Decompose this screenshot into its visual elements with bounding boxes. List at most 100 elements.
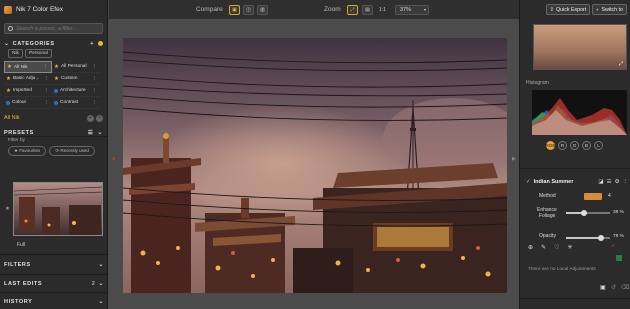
histogram-channels: RGB R G B L [546, 141, 603, 150]
more-icon[interactable]: ⋮ [92, 64, 98, 70]
more-icon[interactable]: ⋮ [92, 100, 98, 106]
filter-mask-icon[interactable]: ◪ [598, 179, 603, 185]
zoom-value-field[interactable]: 37% ▾ [395, 4, 429, 15]
delete-icon[interactable]: ⌫ [621, 284, 629, 291]
opacity-knob[interactable] [598, 235, 604, 241]
star-icon: ★ [6, 75, 11, 82]
favourites-pill[interactable]: ★ Favourites [8, 146, 47, 156]
history-header[interactable]: HISTORY ⌄ [0, 296, 108, 307]
zoom-one-button[interactable]: 1:1 [376, 5, 389, 15]
divider [520, 298, 630, 299]
last-edits-count: 2 [91, 280, 96, 287]
enhance-foliage-slider[interactable] [566, 210, 610, 216]
reset-icon[interactable]: ▣ [600, 284, 606, 291]
photo-preview [123, 38, 507, 293]
image-canvas[interactable] [109, 19, 519, 309]
favorite-dot-icon[interactable] [98, 41, 103, 46]
chevron-down-icon[interactable]: ⌄ [97, 129, 103, 136]
categories-header[interactable]: ⌄ CATEGORIES + [0, 38, 107, 49]
category-item[interactable]: Colour ⋮ [4, 97, 52, 109]
navigator-thumbnail[interactable]: ⤢ [533, 24, 627, 70]
more-icon[interactable]: ⋮ [44, 88, 50, 94]
opacity-label: Opacity [539, 233, 556, 239]
preset-thumbnail-image [14, 183, 102, 235]
filters-header[interactable]: FILTERS ⌄ [0, 259, 108, 270]
preset-thumbnail[interactable] [13, 182, 103, 236]
filter-enabled-checkbox[interactable]: ✓ [526, 179, 531, 185]
compare-single-button[interactable]: ▣ [229, 4, 240, 15]
collapse-left-icon[interactable]: ◀ [111, 156, 115, 162]
channel-b[interactable]: B [582, 141, 591, 150]
enhance-foliage-knob[interactable] [581, 210, 587, 216]
quick-export-button[interactable]: ⇪ Quick Export [545, 4, 591, 15]
category-item[interactable]: ★ Custom ⋮ [52, 73, 100, 85]
category-item[interactable]: Architecture ⋮ [52, 85, 100, 97]
filter-header: ✓ Indian Summer ◪ ☰ ⚙ ⋮ [526, 176, 628, 187]
method-value[interactable]: 4 [608, 193, 611, 199]
top-toolbar: Compare ▣ ◫ ▥ Zoom ⤢ ▤ 1:1 37% ▾ [109, 0, 519, 19]
expand-icon[interactable]: ⤢ [619, 61, 623, 67]
method-select[interactable] [584, 193, 602, 200]
switch-to-button[interactable]: ◐ Switch to [592, 4, 627, 15]
histogram-graph [532, 98, 627, 135]
chevron-down-icon: ⌄ [4, 41, 10, 47]
star-icon: ★ [6, 87, 11, 94]
preset-star-icon[interactable]: ★ [5, 206, 10, 212]
divider [0, 136, 108, 137]
compare-side-button[interactable]: ▥ [257, 4, 268, 15]
app-title: Nik 7 Color Efex [16, 6, 63, 13]
category-item[interactable]: ★ All Personal ⋮ [52, 61, 100, 73]
category-item[interactable]: ★ Imported ⋮ [4, 85, 52, 97]
categories-title: CATEGORIES [12, 40, 55, 47]
undo-icon[interactable]: ↺ [611, 284, 616, 291]
more-icon[interactable]: ⋮ [44, 100, 50, 106]
compare-split-button[interactable]: ◫ [243, 4, 254, 15]
filter-more-icon[interactable]: ⋮ [623, 179, 629, 185]
zoom-fit-button[interactable]: ⤢ [347, 4, 358, 15]
channel-l[interactable]: L [594, 141, 603, 150]
no-local-adjustments-text: There are no Local Adjustments [528, 267, 596, 272]
foliage-label: Foliage [539, 213, 556, 219]
gradient-icon[interactable]: ✳ [567, 244, 572, 251]
checkbox-icon[interactable] [616, 255, 622, 261]
enhance-value: 38 % [613, 210, 624, 215]
collapse-right-icon[interactable]: ▶ [512, 156, 516, 162]
channel-g[interactable]: G [570, 141, 579, 150]
zoom-fill-button[interactable]: ▤ [362, 4, 373, 15]
category-item[interactable]: Contrast ⋮ [52, 97, 100, 109]
opacity-slider[interactable] [566, 235, 610, 241]
method-label: Method [539, 193, 556, 199]
filter-list-icon[interactable]: ☰ [607, 179, 612, 185]
control-point-icon[interactable]: ⊕ [528, 244, 533, 251]
tab-personal[interactable]: Personal [24, 49, 52, 58]
tab-nik[interactable]: Nik [8, 49, 23, 58]
star-icon: ★ [54, 75, 59, 82]
brush-icon[interactable]: ✎ [541, 244, 546, 251]
more-icon[interactable]: ⋮ [92, 88, 98, 94]
add-icon[interactable]: + [87, 114, 94, 122]
title-bar: Nik 7 Color Efex [0, 0, 107, 19]
category-item[interactable]: ★ All Nik ⋮ [4, 61, 52, 73]
filter-settings-icon[interactable]: ⚙ [615, 179, 620, 185]
list-view-icon[interactable]: ☰ [88, 130, 94, 136]
channel-rgb[interactable]: RGB [546, 141, 555, 150]
add-category-icon[interactable]: + [90, 41, 94, 47]
last-edits-header[interactable]: LAST EDITS 2 ⌄ [0, 278, 108, 289]
more-icon[interactable]: ⋮ [43, 64, 49, 70]
export-icon: ⇪ [549, 6, 554, 13]
dot-icon [54, 100, 58, 105]
search-box[interactable] [4, 23, 103, 34]
left-panel: Nik 7 Color Efex ⌄ CATEGORIES + Nik Pers… [0, 0, 108, 309]
selected-category-bar: All Nik + × [0, 112, 107, 124]
more-icon[interactable]: ⋮ [44, 76, 50, 82]
lasso-icon[interactable]: ♡ [554, 244, 559, 251]
more-icon[interactable]: ⋮ [92, 76, 98, 82]
presets-title: PRESETS [4, 129, 34, 136]
category-item[interactable]: ★ Basic Adju... ⋮ [4, 73, 52, 85]
remove-icon[interactable]: × [96, 114, 103, 122]
channel-r[interactable]: R [558, 141, 567, 150]
chevron-down-icon: ⌄ [98, 281, 104, 287]
recently-used-pill[interactable]: ⟳ Recently used [49, 146, 95, 156]
visibility-icon[interactable]: ᐧᐩ [611, 244, 614, 250]
search-input[interactable] [15, 25, 102, 32]
